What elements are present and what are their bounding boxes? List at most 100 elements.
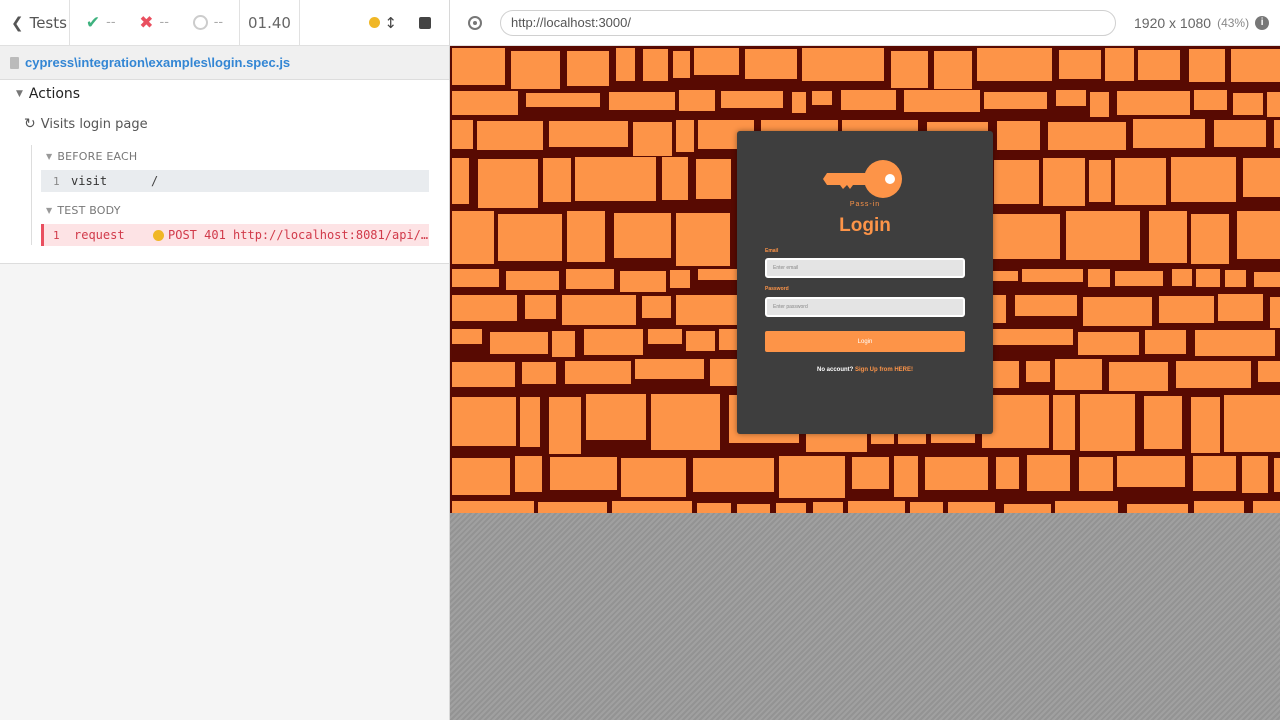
background-tile [651,394,720,450]
background-tile [1022,269,1083,282]
background-tile [1004,504,1051,513]
background-tile [1225,270,1246,287]
background-tile [904,90,980,112]
background-tile [1055,359,1102,390]
background-tile [562,295,636,325]
command-request[interactable]: 1 request POST 401 http://localhost:8081… [41,224,429,246]
background-tile [696,159,731,199]
spec-bar: cypress\integration\examples\login.spec.… [0,46,449,80]
background-tile [852,457,889,489]
background-tile [1026,361,1050,382]
url-bar[interactable]: http://localhost:3000/ [500,9,1116,36]
command-visit[interactable]: 1 visit / [41,170,429,192]
background-tile [1043,158,1085,206]
background-tile [477,121,543,150]
background-tile [526,93,600,107]
background-tile [575,157,656,201]
email-field[interactable]: Enter email [765,258,965,278]
background-tile [745,49,797,79]
background-tile [525,295,556,319]
background-tile [813,502,843,513]
selector-playground-icon[interactable] [468,15,482,30]
background-tile [616,48,635,81]
background-tile [1053,395,1075,450]
info-icon[interactable]: i [1255,15,1270,30]
background-tile [1149,211,1187,263]
command-number: 1 [53,174,60,188]
background-tile [676,120,694,152]
key-logo-icon [823,160,902,198]
background-tile [977,48,1052,81]
login-card: Pass-in Login Email Enter email Password… [737,131,993,434]
background-tile [1079,457,1113,491]
background-tile [948,502,995,513]
suite-title[interactable]: ▼ Actions [16,86,80,102]
test-title[interactable]: ↻ Visits login page [24,116,148,132]
background-tile [812,91,832,105]
background-tile [1144,396,1182,449]
caret-down-icon: ▼ [46,152,53,161]
background-tile [662,157,688,200]
controls: ↕ [300,0,449,46]
background-tile [673,51,690,78]
background-tile [997,121,1040,150]
password-field[interactable]: Enter password [765,297,965,317]
caret-down-icon: ▼ [46,206,53,215]
signup-link[interactable]: Sign Up from HERE! [855,367,913,373]
test-body-hook[interactable]: ▼ TEST BODY [46,204,121,217]
background-tile [1194,90,1227,110]
background-tile [1214,120,1266,147]
background-tile [452,120,473,149]
background-tile [586,394,646,440]
background-tile [1258,361,1280,382]
background-tile [693,458,774,492]
background-tile [984,92,1047,109]
background-tile [891,51,928,88]
before-each-label: BEFORE EACH [57,150,138,163]
background-tile [549,397,581,454]
background-tile [1191,397,1220,453]
background-tile [676,295,740,325]
viewport-size: 1920 x 1080 [1134,14,1212,31]
background-tile [452,458,510,495]
command-number: 1 [53,228,60,242]
background-tile [1109,362,1168,391]
failed-stat: ✖ -- [139,13,169,33]
background-tile [1196,269,1220,287]
email-label: Email [765,248,779,254]
before-each-hook[interactable]: ▼ BEFORE EACH [46,150,137,163]
background-tile [792,92,806,113]
background-tile [1078,332,1139,355]
background-tile [452,501,534,513]
background-tile [567,211,605,262]
background-tile [1080,394,1135,451]
stats: ✔ -- ✖ -- -- [70,0,240,46]
background-tile [452,397,516,446]
password-label: Password [765,286,789,292]
background-tile [1218,294,1263,321]
background-tile [925,457,988,490]
background-tile [1015,295,1077,316]
tests-button[interactable]: ❮ Tests [0,0,70,46]
chevron-left-icon: ❮ [11,13,24,32]
background-tile [894,456,918,497]
background-tile [1117,456,1185,487]
background-tile [676,213,730,266]
background-tile [1055,501,1118,513]
command-name: visit [71,174,108,188]
background-tile [1133,119,1205,148]
background-tile [515,456,542,492]
background-tile [498,214,562,261]
background-tile [994,160,1039,204]
stop-button[interactable] [419,16,431,29]
background-tile [1083,297,1152,326]
spec-path-link[interactable]: cypress\integration\examples\login.spec.… [25,55,290,70]
background-tile [1233,93,1263,115]
background-tile [694,48,739,75]
background-tile [1088,269,1110,287]
login-button[interactable]: Login [765,331,965,352]
aut-header: http://localhost:3000/ 1920 x 1080 (43%)… [450,0,1280,46]
background-tile [478,159,538,208]
x-icon: ✖ [139,12,154,33]
background-tile [490,332,548,354]
